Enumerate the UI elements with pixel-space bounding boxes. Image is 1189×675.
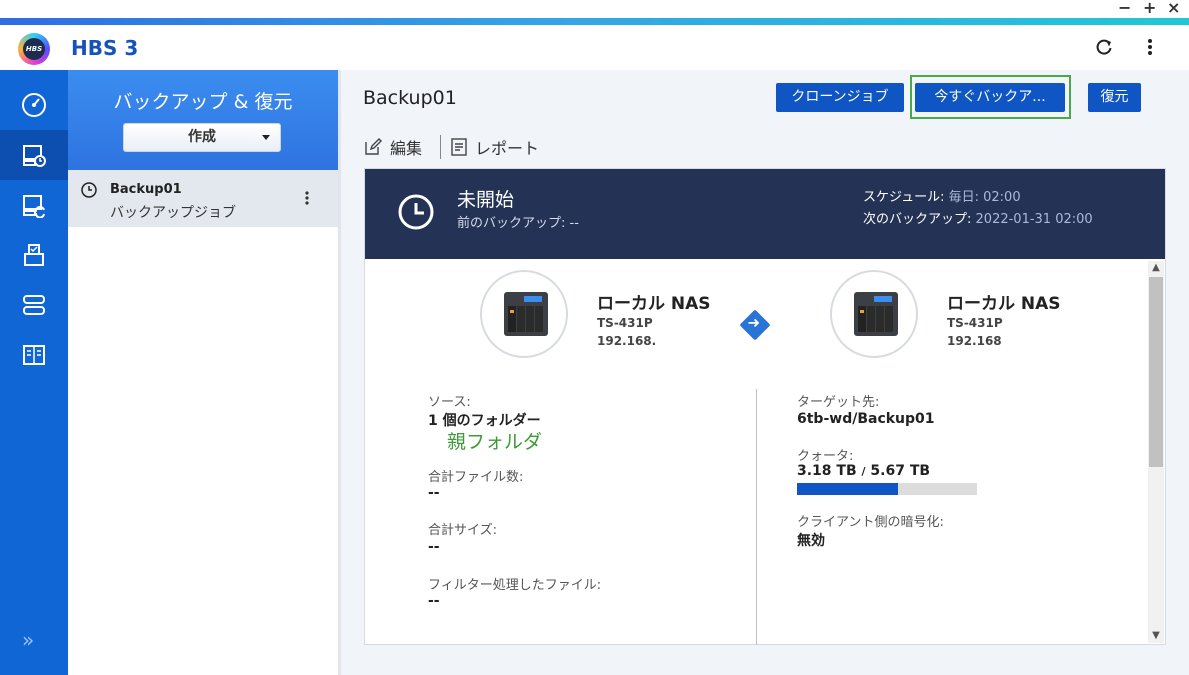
quota-used: 3.18 TB: [797, 463, 857, 479]
clock-icon: [398, 194, 434, 230]
backup-restore-icon: [23, 145, 46, 167]
maximize-button[interactable]: +: [1143, 0, 1156, 16]
services-icon: [24, 244, 44, 266]
job-status: 未開始: [457, 189, 515, 211]
refresh-icon[interactable]: [1094, 37, 1114, 57]
job-name: Backup01: [110, 182, 182, 197]
quota-value: 3.18 TB / 5.67 TB: [797, 463, 930, 479]
rail-services[interactable]: [0, 230, 68, 280]
more-vert-icon[interactable]: [1140, 37, 1160, 57]
total-size-value: --: [428, 539, 440, 555]
hbs-logo-text: HBS: [23, 38, 45, 60]
panel-divider: [338, 70, 341, 675]
total-files-label: 合計ファイル数:: [428, 470, 524, 485]
total-files-value: --: [428, 485, 440, 501]
clock-icon: [81, 182, 97, 198]
column-divider: [756, 389, 757, 645]
edit-icon: [365, 138, 382, 155]
target-nas-name: ローカル NAS: [947, 294, 1061, 314]
quota-total: 5.67 TB: [870, 463, 931, 479]
next-backup-label: 次のバックアップ:: [863, 212, 972, 227]
job-list-item[interactable]: Backup01 バックアップジョブ: [68, 170, 338, 227]
nav-rail: »: [0, 70, 68, 675]
dashboard-icon: [22, 93, 46, 117]
scroll-down-icon[interactable]: ▼: [1148, 629, 1164, 643]
source-nas-ip: 192.168.: [597, 334, 657, 348]
rail-overview[interactable]: [0, 80, 68, 130]
quota-label: クォータ:: [797, 449, 854, 464]
source-nas-name: ローカル NAS: [597, 294, 711, 314]
source-label: ソース:: [428, 395, 471, 410]
edit-label: 編集: [390, 139, 423, 158]
accent-gradient-bar: [0, 18, 1189, 25]
job-title: Backup01: [363, 87, 457, 109]
previous-backup-value: --: [569, 216, 579, 231]
next-backup-info: 次のバックアップ: 2022-01-31 02:00: [863, 208, 1093, 227]
create-button[interactable]: 作成: [123, 123, 281, 152]
app-title: HBS 3: [71, 36, 139, 60]
job-more-icon[interactable]: [304, 190, 310, 210]
toolbar-separator: [440, 135, 441, 159]
quota-progress-bar: [797, 483, 977, 495]
rail-sync[interactable]: [0, 180, 68, 230]
job-status-header: 未開始 前のバックアップ: -- スケジュール: 毎日: 02:00 次のバック…: [365, 169, 1165, 259]
job-type: バックアップジョブ: [110, 205, 236, 221]
schedule-value: 毎日: 02:00: [948, 190, 1021, 205]
job-detail-card: 未開始 前のバックアップ: -- スケジュール: 毎日: 02:00 次のバック…: [364, 168, 1166, 645]
source-nas-avatar: [480, 270, 568, 358]
close-button[interactable]: ×: [1167, 0, 1180, 16]
hbs-logo: HBS: [18, 33, 50, 65]
clone-job-button[interactable]: クローンジョブ: [776, 83, 904, 112]
nas-device-icon: [854, 292, 898, 336]
detail-scrollbar[interactable]: ▲ ▼: [1148, 261, 1164, 643]
report-label: レポート: [475, 139, 540, 158]
encryption-value: 無効: [797, 533, 825, 549]
target-nas-avatar: [830, 270, 918, 358]
restore-button[interactable]: 復元: [1088, 83, 1141, 112]
logs-icon: [23, 345, 45, 365]
scroll-up-icon[interactable]: ▲: [1148, 261, 1164, 275]
schedule-label: スケジュール:: [863, 190, 945, 205]
backup-now-button[interactable]: 今すぐバックア...: [915, 83, 1065, 112]
create-button-label: 作成: [188, 129, 216, 145]
scroll-thumb[interactable]: [1149, 277, 1163, 467]
filtered-files-label: フィルター処理したファイル:: [428, 578, 602, 593]
schedule-info: スケジュール: 毎日: 02:00: [863, 186, 1021, 205]
quota-separator: /: [861, 465, 866, 478]
expand-rail-button[interactable]: »: [22, 628, 34, 652]
encryption-label: クライアント側の暗号化:: [797, 515, 944, 530]
next-backup-value: 2022-01-31 02:00: [975, 212, 1093, 227]
source-nas-model: TS-431P: [597, 316, 653, 330]
nas-device-icon: [504, 292, 548, 336]
target-nas-model: TS-431P: [947, 316, 1003, 330]
target-path: 6tb-wd/Backup01: [797, 411, 935, 427]
rail-logs[interactable]: [0, 330, 68, 380]
rail-storage[interactable]: [0, 280, 68, 330]
total-size-label: 合計サイズ:: [428, 523, 497, 538]
storage-space-icon: [23, 295, 45, 315]
chevron-down-icon: [262, 135, 270, 140]
target-nas-ip: 192.168: [947, 334, 1002, 348]
filtered-files-value: --: [428, 593, 440, 609]
rail-backup-restore[interactable]: [0, 130, 68, 180]
arrow-right-icon: ➜: [739, 309, 771, 341]
target-label: ターゲット先:: [797, 395, 880, 410]
report-button[interactable]: レポート: [451, 135, 539, 159]
job-list-header: バックアップ & 復元 作成: [68, 70, 338, 170]
report-icon: [451, 138, 467, 156]
previous-backup: 前のバックアップ: --: [457, 212, 579, 231]
sync-icon: [23, 195, 45, 218]
minimize-button[interactable]: −: [1118, 0, 1131, 16]
job-list-panel: バックアップ & 復元 作成 Backup01 バックアップジョブ: [68, 70, 338, 675]
edit-button[interactable]: 編集: [364, 135, 422, 159]
app-header: HBS HBS 3: [0, 25, 1189, 70]
quota-progress-fill: [797, 483, 898, 495]
panel-title: バックアップ & 復元: [113, 91, 293, 113]
previous-backup-label: 前のバックアップ:: [457, 216, 566, 231]
source-folder-name[interactable]: 親フォルダ: [447, 427, 542, 454]
